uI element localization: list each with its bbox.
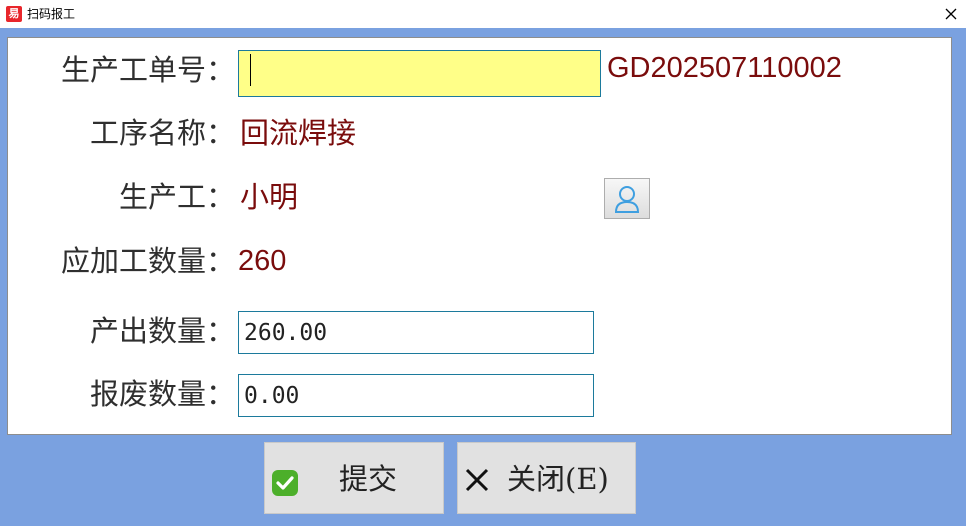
title-bar: 易 扫码报工 (0, 0, 966, 28)
text-caret (250, 54, 251, 86)
order-no-value: GD202507110002 (607, 52, 842, 84)
app-logo-icon: 易 (6, 6, 22, 22)
planned-qty-value: 260 (238, 245, 287, 277)
submit-button-label: 提交 (339, 462, 398, 496)
window-close-button[interactable] (936, 0, 966, 28)
process-name-value: 回流焊接 (240, 116, 357, 150)
worker-label: 生产工： (118, 180, 235, 214)
close-button[interactable]: 关闭(E) (457, 442, 636, 514)
form-panel: 生产工单号： GD202507110002 工序名称： 回流焊接 生产工： 小明… (7, 37, 952, 435)
output-qty-label: 产出数量： (89, 314, 235, 348)
check-icon (272, 470, 298, 496)
x-icon (465, 468, 489, 492)
order-no-label: 生产工单号： (60, 53, 235, 87)
order-no-input[interactable] (238, 50, 601, 97)
scrap-qty-label: 报废数量： (89, 377, 235, 411)
close-button-label: 关闭(E) (507, 462, 609, 496)
planned-qty-label: 应加工数量： (60, 244, 235, 278)
scrap-qty-input[interactable] (238, 374, 594, 417)
user-icon (614, 185, 640, 213)
process-name-label: 工序名称： (89, 116, 235, 150)
window-title: 扫码报工 (27, 7, 76, 21)
output-qty-input[interactable] (238, 311, 594, 354)
select-worker-button[interactable] (604, 178, 650, 219)
submit-button[interactable]: 提交 (264, 442, 444, 514)
close-icon (945, 8, 957, 20)
worker-value: 小明 (240, 180, 299, 214)
